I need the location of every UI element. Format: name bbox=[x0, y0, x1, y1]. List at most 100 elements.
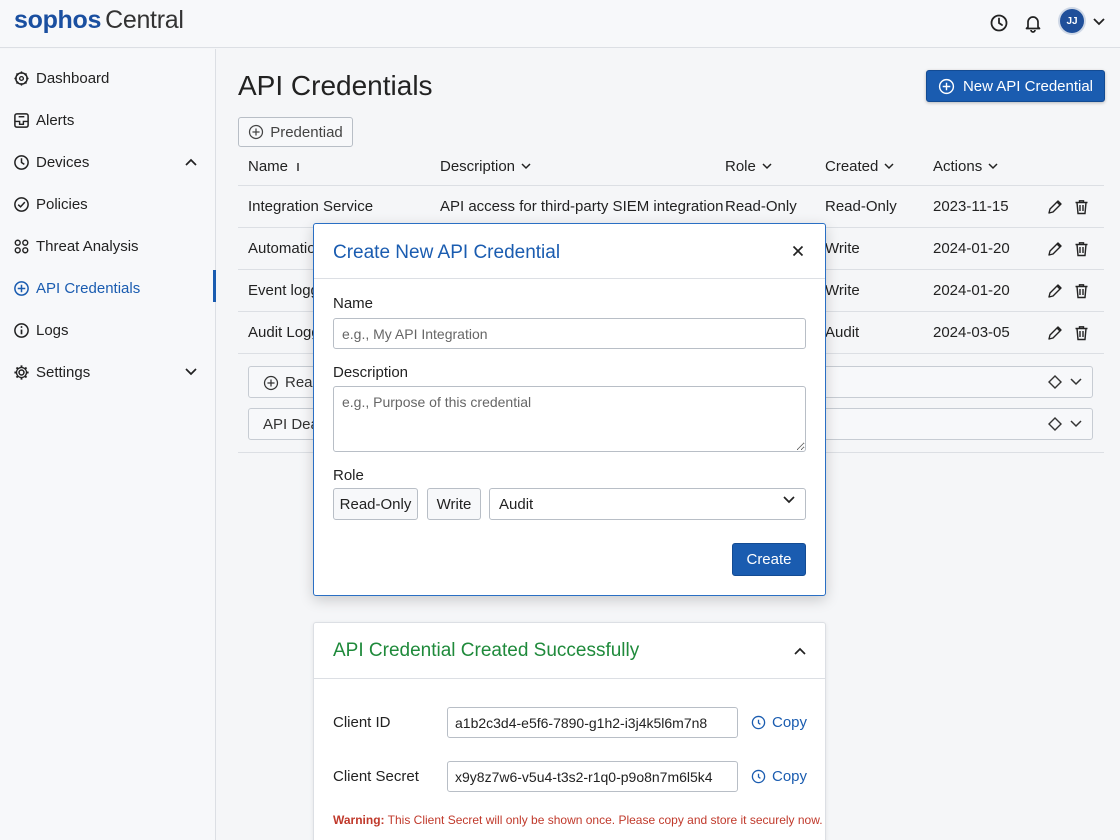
edit-pencil-icon[interactable] bbox=[1046, 240, 1064, 258]
logo-product: Central bbox=[105, 6, 184, 34]
sidebar-item-label: Devices bbox=[36, 153, 90, 171]
row-name: Event logg bbox=[248, 282, 319, 299]
credential-created-panel: API Credential Created Successfully Clie… bbox=[313, 622, 826, 840]
new-api-credential-button[interactable]: New API Credential bbox=[926, 70, 1105, 102]
row-date: 2024-01-20 bbox=[933, 282, 1010, 299]
table-divider bbox=[238, 185, 1104, 186]
sidebar-item-label: API Credentials bbox=[36, 279, 141, 297]
description-label: Description bbox=[333, 364, 409, 381]
name-label: Name bbox=[333, 295, 374, 312]
chevron-down-icon[interactable] bbox=[1089, 12, 1109, 32]
threat-analysis-icon bbox=[12, 237, 30, 255]
role-read-only-button[interactable]: Read-Only bbox=[333, 488, 418, 520]
row-date: 2024-01-20 bbox=[933, 240, 1010, 257]
logo-brand: sophos bbox=[14, 6, 102, 34]
chevron-down-icon bbox=[783, 496, 795, 504]
page-title: API Credentials bbox=[238, 70, 433, 101]
filter-button[interactable]: Predentiad bbox=[238, 117, 353, 147]
row-date: 2024-03-05 bbox=[933, 324, 1010, 341]
column-header-actions[interactable]: Actions bbox=[933, 158, 998, 175]
plus-circle-icon bbox=[263, 375, 279, 391]
sidebar-item-policies[interactable]: Policies bbox=[0, 186, 216, 222]
client-id-field[interactable]: a1b2c3d4-e5f6-7890-g1h2-i3j4k5l6m7n8 bbox=[447, 707, 738, 738]
delete-trash-icon[interactable] bbox=[1072, 324, 1090, 342]
row-date: 2023-11-15 bbox=[933, 198, 1009, 215]
edit-pencil-icon[interactable] bbox=[1046, 324, 1064, 342]
row-created-role: Read-Only bbox=[825, 198, 897, 215]
delete-trash-icon[interactable] bbox=[1072, 240, 1090, 258]
modal-title: Create New API Credential bbox=[333, 242, 561, 263]
settings-gear-icon bbox=[12, 363, 30, 381]
chevron-down-icon bbox=[884, 163, 894, 170]
close-icon[interactable] bbox=[789, 242, 807, 260]
sophos-logo[interactable]: sophos Central bbox=[14, 6, 184, 35]
sidebar-item-label: Settings bbox=[36, 363, 91, 381]
row-name: Audit Logg bbox=[248, 324, 320, 341]
sidebar-item-threat-analysis[interactable]: Threat Analysis bbox=[0, 228, 216, 264]
logs-icon bbox=[12, 321, 30, 339]
devices-icon bbox=[12, 153, 30, 171]
row-created-role: Write bbox=[825, 282, 860, 299]
sort-diamond-icon[interactable] bbox=[1048, 417, 1062, 431]
modal-header: Create New API Credential bbox=[314, 224, 825, 279]
role-select[interactable]: Audit bbox=[489, 488, 806, 520]
column-header-label: Created bbox=[825, 158, 879, 175]
column-header-label: Actions bbox=[933, 158, 983, 175]
copy-label: Copy bbox=[772, 768, 808, 785]
row-created-role: Audit bbox=[825, 324, 860, 341]
column-header-label: Description bbox=[440, 158, 516, 175]
history-clock-icon[interactable] bbox=[986, 10, 1012, 36]
column-header-created[interactable]: Created bbox=[825, 158, 894, 175]
role-label: Role bbox=[333, 467, 364, 484]
dashboard-icon bbox=[12, 69, 30, 87]
create-button[interactable]: Create bbox=[732, 543, 806, 576]
edit-pencil-icon[interactable] bbox=[1046, 198, 1064, 216]
chevron-down-icon bbox=[988, 163, 998, 170]
row-created-role: Write bbox=[825, 240, 860, 257]
client-secret-field[interactable]: x9y8z7w6-v5u4-t3s2-r1q0-p9o8n7m6l5k4 bbox=[447, 761, 738, 792]
sidebar-item-label: Logs bbox=[36, 321, 69, 339]
chevron-down-icon[interactable] bbox=[1070, 375, 1082, 389]
sidebar: Dashboard Alerts Devices Policies Threat… bbox=[0, 49, 216, 840]
role-select-value: Audit bbox=[499, 495, 534, 513]
delete-trash-icon[interactable] bbox=[1072, 198, 1090, 216]
client-secret-label: Client Secret bbox=[333, 768, 419, 785]
chevron-up-icon[interactable] bbox=[182, 153, 200, 171]
description-textarea[interactable] bbox=[333, 386, 806, 452]
client-id-label: Client ID bbox=[333, 714, 391, 731]
sidebar-item-settings[interactable]: Settings bbox=[0, 354, 216, 390]
user-avatar[interactable]: JJ bbox=[1060, 9, 1084, 33]
chevron-down-icon[interactable] bbox=[1070, 417, 1082, 431]
sidebar-item-label: Policies bbox=[36, 195, 88, 213]
secret-warning: Warning: This Client Secret will only be… bbox=[333, 813, 823, 827]
delete-trash-icon[interactable] bbox=[1072, 282, 1090, 300]
row-name: Integration Service bbox=[248, 198, 374, 215]
sidebar-item-logs[interactable]: Logs bbox=[0, 312, 216, 348]
sidebar-item-api-credentials[interactable]: API Credentials bbox=[0, 270, 216, 306]
plus-circle-icon bbox=[248, 124, 264, 140]
edit-pencil-icon[interactable] bbox=[1046, 282, 1064, 300]
column-header-label: Name bbox=[248, 158, 289, 175]
sidebar-item-devices[interactable]: Devices bbox=[0, 144, 216, 180]
column-header-role[interactable]: Role bbox=[725, 158, 772, 175]
chevron-up-icon[interactable] bbox=[791, 642, 809, 660]
copy-client-secret-button[interactable]: Copy bbox=[751, 768, 807, 785]
copy-icon bbox=[751, 769, 766, 784]
column-header-name[interactable]: Name bbox=[248, 158, 302, 175]
sidebar-item-dashboard[interactable]: Dashboard bbox=[0, 60, 216, 96]
row-description: API access for third-party SIEM integrat… bbox=[440, 198, 724, 215]
sort-diamond-icon[interactable] bbox=[1048, 375, 1062, 389]
copy-label: Copy bbox=[772, 714, 808, 731]
notifications-bell-icon[interactable] bbox=[1020, 10, 1046, 36]
expandable-row-label: API Dea bbox=[263, 416, 319, 433]
column-header-description[interactable]: Description bbox=[440, 158, 531, 175]
sidebar-item-label: Dashboard bbox=[36, 69, 110, 87]
column-header-label: Role bbox=[725, 158, 756, 175]
chevron-down-icon[interactable] bbox=[182, 363, 200, 381]
success-panel-header: API Credential Created Successfully bbox=[314, 623, 825, 679]
sidebar-item-alerts[interactable]: Alerts bbox=[0, 102, 216, 138]
role-write-button[interactable]: Write bbox=[427, 488, 481, 520]
name-input[interactable] bbox=[333, 318, 806, 349]
warning-prefix: Warning: bbox=[333, 813, 385, 827]
copy-client-id-button[interactable]: Copy bbox=[751, 714, 807, 731]
